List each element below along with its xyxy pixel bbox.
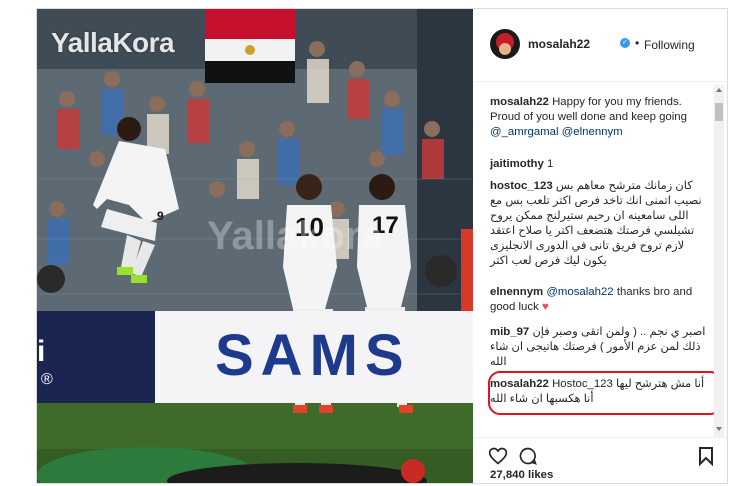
comment-item: elnennym @mosalah22 thanks bro and good …	[490, 285, 710, 315]
yallakora-watermark-faint: Yallakora	[207, 214, 383, 258]
header-username[interactable]: mosalah22	[528, 37, 590, 51]
like-count[interactable]: 27,840 likes	[490, 469, 553, 481]
mention-link[interactable]: @elnennym	[562, 126, 623, 138]
ad-board-left	[37, 311, 155, 403]
yallakora-watermark: YallaKora	[51, 27, 175, 58]
scroll-thumb[interactable]	[715, 103, 723, 121]
comment-username[interactable]: mib_97	[490, 326, 529, 338]
comment-text: 1	[546, 158, 554, 170]
mention-link[interactable]: @_amrgamal	[490, 126, 559, 138]
post-side-panel: mosalah22 ✓ • Following mosalah22 Happy …	[474, 9, 727, 483]
verified-badge-icon: ✓	[620, 38, 630, 48]
comment-item: hostoc_123 كان زمانك مترشح معاهم بس نصيب…	[490, 179, 710, 269]
comment-item: mib_97 اصبر ي نجم .. ( ولمن اتقى وصبر فإ…	[490, 325, 710, 370]
action-bar	[474, 437, 727, 468]
comment-item: jaitimothy 1	[490, 157, 710, 172]
comment-username[interactable]: elnennym	[490, 286, 543, 298]
comment-body-rtl: mib_97 اصبر ي نجم .. ( ولمن اتقى وصبر فإ…	[490, 325, 710, 370]
comment-username[interactable]: mosalah22	[490, 96, 549, 108]
jersey-number-9: 9	[157, 209, 164, 223]
scroll-up-arrow-icon[interactable]	[716, 88, 722, 92]
post-header: mosalah22 ✓ • Following	[474, 9, 727, 82]
avatar[interactable]	[490, 29, 520, 59]
ad-board-left-registered-mark: ®	[41, 371, 53, 388]
heart-emoji-icon: ♥	[541, 301, 549, 313]
comment-body-rtl: hostoc_123 كان زمانك مترشح معاهم بس نصيب…	[490, 179, 710, 269]
scroll-down-arrow-icon[interactable]	[716, 427, 722, 431]
red-highlight-circle	[488, 371, 722, 415]
comment-username[interactable]: hostoc_123	[490, 180, 553, 192]
post-photo[interactable]: i ® SAMS 10 17 9 YallaKora Yallakora	[37, 9, 473, 483]
instagram-post: i ® SAMS 10 17 9 YallaKora Yallakora mos…	[36, 8, 728, 484]
mention-link[interactable]: @mosalah22	[546, 286, 613, 298]
comment-text: كان زمانك مترشح معاهم بس نصيب اتمنى انك …	[490, 180, 702, 267]
header-separator: •	[635, 36, 640, 50]
comment-username[interactable]: jaitimothy	[490, 158, 544, 170]
ad-board-text: SAMS	[215, 323, 411, 388]
heart-outline-icon[interactable]	[488, 446, 508, 466]
ad-board-left-text: i	[37, 335, 46, 368]
bookmark-icon[interactable]	[698, 446, 714, 466]
comments-scrollbar[interactable]	[714, 85, 724, 437]
comment-caption: mosalah22 Happy for you my friends. Prou…	[490, 95, 710, 140]
comment-bubble-icon[interactable]	[518, 446, 538, 466]
following-button[interactable]: Following	[644, 38, 695, 52]
